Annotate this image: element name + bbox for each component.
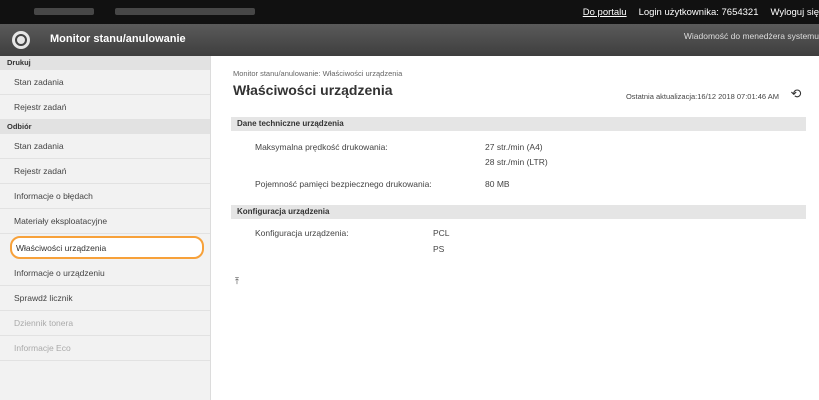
sidebar-item-consumables[interactable]: Materiały eksploatacyjne — [0, 209, 210, 234]
section-device-config: Konfiguracja urządzenia — [231, 205, 806, 219]
sidebar-item-receive-job-log[interactable]: Rejestr zadań — [0, 159, 210, 184]
max-speed-a4: 27 str./min (A4) — [485, 142, 543, 152]
logout-link[interactable]: Wyloguj się — [771, 7, 819, 18]
back-to-top-icon[interactable]: ⤒ — [235, 276, 239, 287]
app-title: Monitor stanu/anulowanie — [50, 33, 186, 45]
page-title: Właściwości urządzenia — [233, 82, 393, 98]
blurred-url — [34, 8, 94, 15]
app-header: Monitor stanu/anulowanie Wiadomość do me… — [0, 24, 819, 56]
sidebar-item-print-job-status[interactable]: Stan zadania — [0, 70, 210, 95]
breadcrumb: Monitor stanu/anulowanie: Właściwości ur… — [233, 69, 403, 78]
refresh-icon[interactable]: ⟲ — [787, 87, 805, 101]
top-links: Do portalu Login użytkownika: 7654321 Wy… — [571, 0, 819, 24]
secure-memory-value: 80 MB — [485, 179, 510, 189]
message-to-admin-link[interactable]: Wiadomość do menedżera systemu — [684, 31, 819, 41]
config-label: Konfiguracja urządzenia: — [255, 228, 349, 238]
max-speed-label: Maksymalna prędkość drukowania: — [255, 142, 388, 152]
login-label: Login użytkownika: 7654321 — [639, 7, 759, 18]
sidebar-item-check-counter[interactable]: Sprawdź licznik — [0, 286, 210, 311]
max-speed-ltr: 28 str./min (LTR) — [485, 157, 548, 167]
sidebar: Drukuj Stan zadania Rejestr zadań Odbiór… — [0, 56, 211, 400]
last-updated: Ostatnia aktualizacja:16/12 2018 07:01:4… — [625, 92, 779, 101]
login-user: 7654321 — [721, 6, 759, 18]
config-value-pcl: PCL — [433, 228, 450, 238]
sidebar-section-print: Drukuj — [0, 56, 210, 70]
device-logo-icon — [12, 31, 30, 49]
sidebar-item-receive-job-status[interactable]: Stan zadania — [0, 134, 210, 159]
sidebar-item-device-info[interactable]: Informacje o urządzeniu — [0, 261, 210, 286]
sidebar-item-eco-info[interactable]: Informacje Eco — [0, 336, 210, 361]
portal-link[interactable]: Do portalu — [583, 7, 627, 18]
main-content: Monitor stanu/anulowanie: Właściwości ur… — [221, 56, 819, 400]
sidebar-item-device-features[interactable]: Właściwości urządzenia — [10, 236, 204, 259]
section-device-specs: Dane techniczne urządzenia — [231, 117, 806, 131]
top-bar: Do portalu Login użytkownika: 7654321 Wy… — [0, 0, 819, 24]
sidebar-item-toner-log[interactable]: Dziennik tonera — [0, 311, 210, 336]
sidebar-item-error-info[interactable]: Informacje o błędach — [0, 184, 210, 209]
config-value-ps: PS — [433, 244, 445, 254]
sidebar-section-receive: Odbiór — [0, 120, 210, 134]
blurred-url — [115, 8, 255, 15]
login-label-text: Login użytkownika: — [638, 6, 719, 18]
sidebar-item-print-job-log[interactable]: Rejestr zadań — [0, 95, 210, 120]
secure-memory-label: Pojemność pamięci bezpiecznego drukowani… — [255, 179, 432, 189]
